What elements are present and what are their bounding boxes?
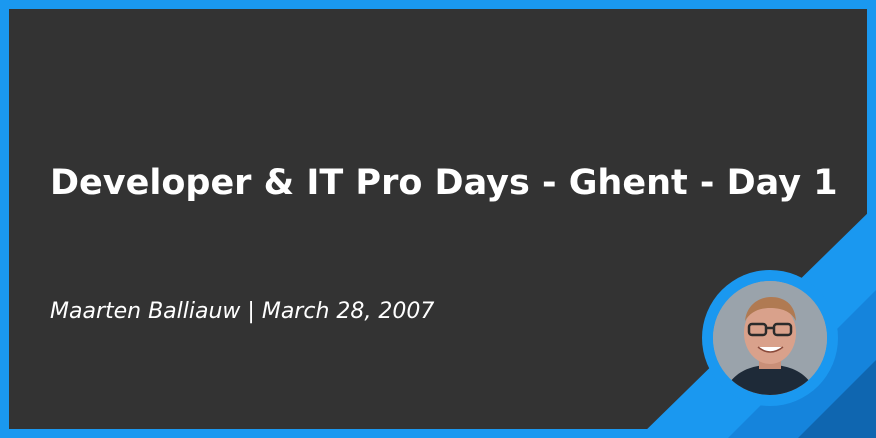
avatar <box>713 281 827 395</box>
post-date: March 28, 2007 <box>261 299 435 324</box>
post-title: Developer & IT Pro Days - Ghent - Day 1 <box>50 163 838 203</box>
byline-separator: | <box>247 299 255 324</box>
byline: Maarten Balliauw | March 28, 2007 <box>50 297 434 327</box>
author-photo-icon <box>713 281 827 395</box>
social-card: Developer & IT Pro Days - Ghent - Day 1 … <box>0 0 876 438</box>
author-name: Maarten Balliauw <box>50 299 241 324</box>
